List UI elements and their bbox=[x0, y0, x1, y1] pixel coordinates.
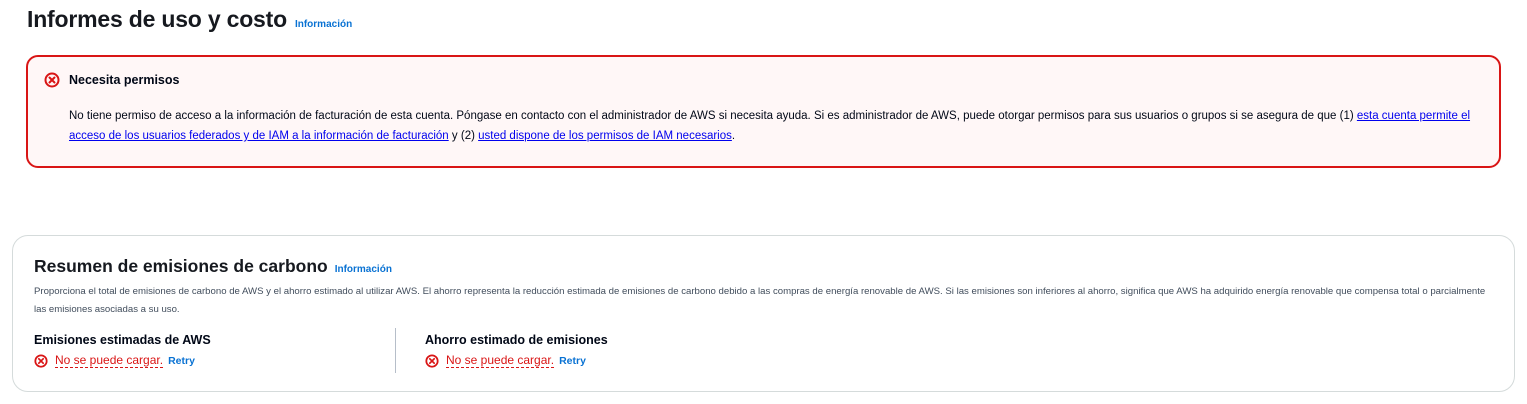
iam-permissions-link[interactable]: usted dispone de los permisos de IAM nec… bbox=[478, 130, 732, 142]
carbon-emissions-card: Resumen de emisiones de carbono Informac… bbox=[12, 235, 1515, 392]
metric-label: Emisiones estimadas de AWS bbox=[34, 333, 211, 347]
error-circle-icon bbox=[34, 353, 48, 368]
error-circle-icon bbox=[44, 72, 60, 88]
page-title: Informes de uso y costo bbox=[27, 6, 287, 32]
alert-title: Necesita permisos bbox=[69, 73, 180, 87]
emissions-savings-metric: Ahorro estimado de emisiones No se puede… bbox=[425, 333, 608, 368]
card-description: Proporciona el total de emisiones de car… bbox=[34, 286, 1486, 315]
error-circle-icon bbox=[425, 353, 439, 368]
metric-divider bbox=[395, 328, 396, 373]
alert-body-text-1: No tiene permiso de acceso a la informac… bbox=[69, 110, 1357, 122]
card-title: Resumen de emisiones de carbono bbox=[34, 256, 328, 276]
metric-status: No se puede cargar. Retry bbox=[425, 353, 608, 368]
load-error-text[interactable]: No se puede cargar. bbox=[446, 353, 555, 368]
retry-button[interactable]: Retry bbox=[559, 355, 586, 367]
page-info-link[interactable]: Información bbox=[295, 19, 352, 30]
retry-button[interactable]: Retry bbox=[168, 355, 195, 367]
card-header: Resumen de emisiones de carbono Informac… bbox=[34, 256, 392, 277]
permissions-error-alert: Necesita permisos No tiene permiso de ac… bbox=[26, 55, 1501, 168]
alert-body-text-2: y (2) bbox=[448, 130, 479, 142]
page-header: Informes de uso y costo Información bbox=[27, 6, 352, 33]
aws-emissions-metric: Emisiones estimadas de AWS No se puede c… bbox=[34, 333, 211, 368]
metric-status: No se puede cargar. Retry bbox=[34, 353, 211, 368]
alert-body: No tiene permiso de acceso a la informac… bbox=[69, 106, 1479, 146]
metric-label: Ahorro estimado de emisiones bbox=[425, 333, 608, 347]
load-error-text[interactable]: No se puede cargar. bbox=[55, 353, 164, 368]
alert-body-text-3: . bbox=[731, 130, 736, 142]
card-info-link[interactable]: Información bbox=[335, 264, 392, 275]
